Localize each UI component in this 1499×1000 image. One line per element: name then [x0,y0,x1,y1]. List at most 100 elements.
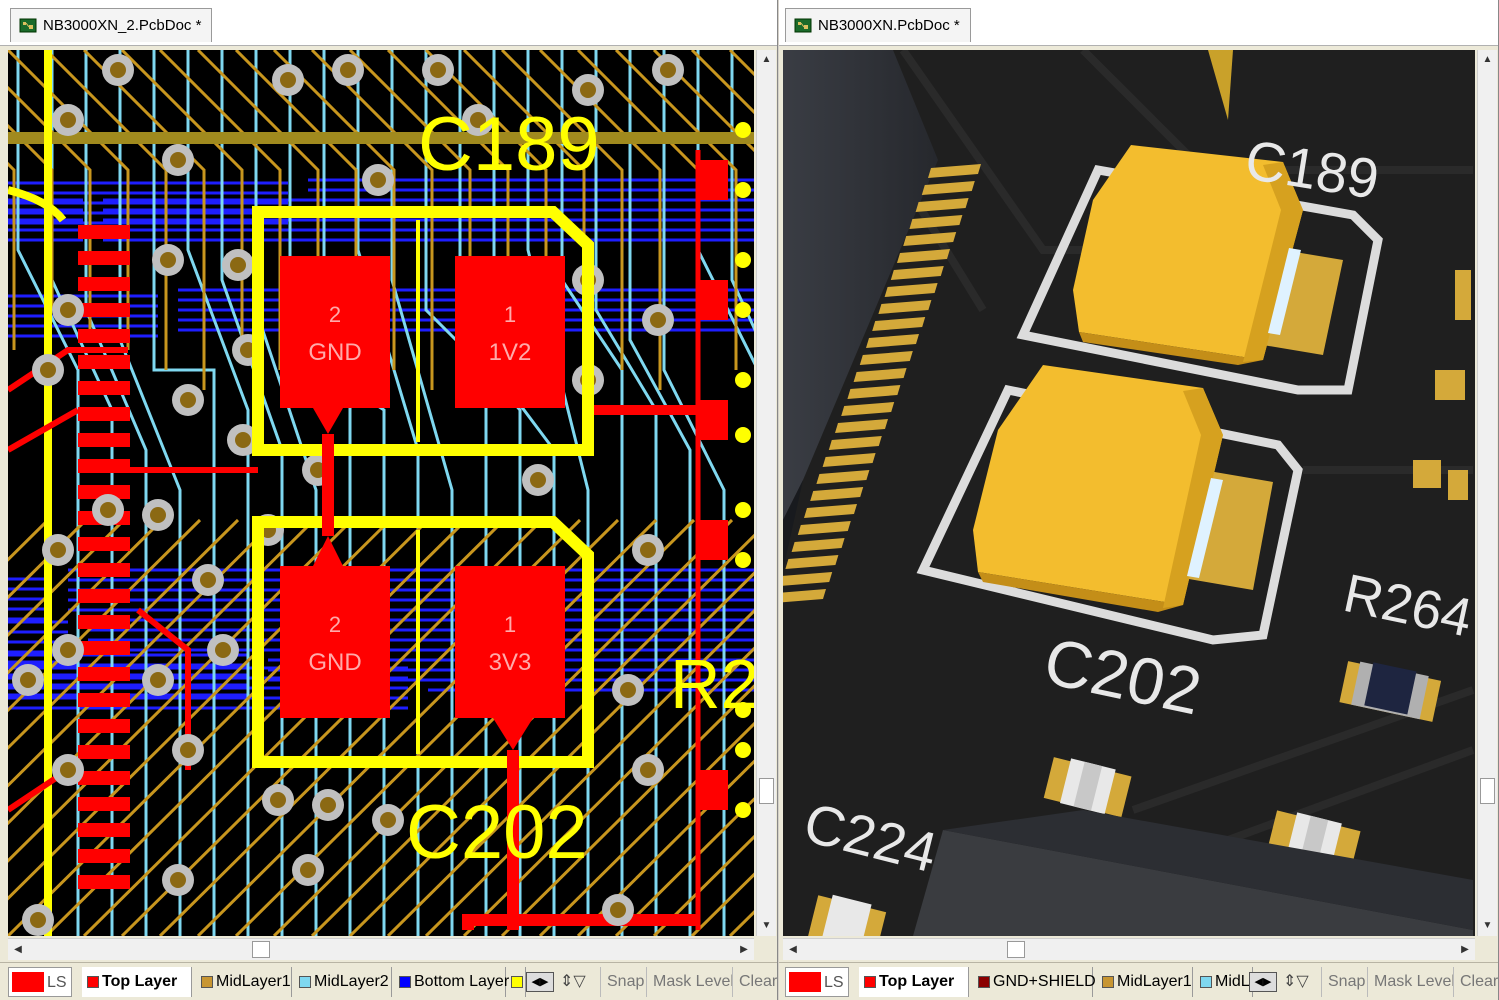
via-hole [170,152,186,168]
current-layer-swatch [789,972,821,992]
c202-pad-2[interactable] [280,566,390,718]
layer-color-swatch [864,976,876,988]
ic-pad [78,407,130,421]
resistor-pad [698,160,728,200]
horizontal-scroll-thumb[interactable] [1007,941,1025,958]
clear-button[interactable]: Clear [1453,967,1498,997]
scroll-down-arrow-icon[interactable]: ▼ [757,916,776,936]
ic-pin-3d [847,385,901,399]
layer-tab-midlayer1[interactable]: MidLayer1 [1097,967,1193,997]
layer-set-label: LS [47,974,67,991]
layer-tab-label: Top Layer [102,973,178,990]
ic-pad [78,771,130,785]
via-hole [60,762,76,778]
layer-tab-top-layer[interactable]: Top Layer [859,967,969,997]
header-pin [735,252,751,268]
ic-pad [78,823,130,837]
c189-pad-2[interactable] [280,256,390,408]
via-hole [380,812,396,828]
layer-tab-midlayer2[interactable]: MidL [1195,967,1253,997]
left-document-tab[interactable]: NB3000XN_2.PcbDoc * [10,8,213,42]
scroll-right-arrow-icon[interactable]: ▶ [1455,939,1475,961]
layer-filter-icon[interactable]: ⇕▽ [1283,967,1309,997]
layer-tab-top-layer[interactable]: Top Layer [82,967,192,997]
layer-tab-midlayer1[interactable]: MidLayer1 [196,967,292,997]
header-pin [735,427,751,443]
c202-pad-1[interactable] [455,566,565,718]
via-hole [620,682,636,698]
scroll-up-arrow-icon[interactable]: ▲ [1478,50,1497,70]
ic-pad [78,667,130,681]
ic-pad [78,433,130,447]
c202-pad1-net: 3V3 [489,649,532,676]
ic-pin-3d [841,402,895,416]
clear-button[interactable]: Clear [732,967,777,997]
layer-tab-overflow[interactable] [508,967,526,997]
ic-pad [78,875,130,889]
scroll-left-arrow-icon[interactable]: ◀ [783,939,803,961]
via-hole [50,542,66,558]
pcb-2d-view[interactable]: 2 GND 1 1V2 2 GND 1 3V3 C189 C202 R26 [8,50,754,936]
c189-pad-1[interactable] [455,256,565,408]
ic-pad [78,849,130,863]
ic-pin-3d [783,572,833,586]
via-hole [60,112,76,128]
ic-pin-3d [816,470,870,484]
layer-set-button[interactable]: LS [8,967,72,997]
layer-scroll-arrows-icon[interactable]: ◀▶ [1249,972,1277,992]
pad-neck [493,718,533,750]
smd-pad-3d [1448,470,1468,500]
right-vertical-scrollbar[interactable]: ▲ ▼ [1477,50,1497,936]
layer-tab-gnd-shield[interactable]: GND+SHIELD [973,967,1096,997]
via-hole [235,432,251,448]
scroll-left-arrow-icon[interactable]: ◀ [8,939,28,961]
ic-pin-3d [872,317,926,331]
right-document-tab[interactable]: NB3000XN.PcbDoc * [785,8,971,42]
via-hole [530,472,546,488]
header-pin [735,502,751,518]
vertical-scroll-thumb[interactable] [759,778,774,804]
left-horizontal-scrollbar[interactable]: ◀ ▶ [8,938,754,960]
c224-designator-3d: C224 [798,791,943,885]
via-hole [610,902,626,918]
smd-pad-3d [1455,270,1471,320]
scroll-right-arrow-icon[interactable]: ▶ [734,939,754,961]
ic-pin-3d [835,419,888,433]
via-hole [430,62,446,78]
via-hole [640,542,656,558]
pcb-3d-view[interactable]: C189 C202 R264 C224 [783,50,1475,936]
ic-pin-3d [859,351,913,365]
ic-pin-3d [903,232,957,246]
mask-level-button[interactable]: Mask Level [646,967,740,997]
c189-pad2-number: 2 [329,302,341,327]
via-hole [110,62,126,78]
via-hole [180,742,196,758]
layer-color-swatch [978,976,990,988]
via-hole [580,82,596,98]
horizontal-scroll-thumb[interactable] [252,941,270,958]
scroll-down-arrow-icon[interactable]: ▼ [1478,916,1497,936]
mask-level-button[interactable]: Mask Level [1367,967,1461,997]
via-hole [300,862,316,878]
snap-button[interactable]: Snap [600,967,650,997]
scroll-up-arrow-icon[interactable]: ▲ [757,50,776,70]
layer-scroll-arrows-icon[interactable]: ◀▶ [526,972,554,992]
layer-tab-label: MidLayer2 [314,973,389,990]
left-vertical-scrollbar[interactable]: ▲ ▼ [756,50,776,936]
ic-pin-3d [915,198,969,212]
layer-tab-bottom-layer[interactable]: Bottom Layer [394,967,509,997]
ic-pad [78,355,130,369]
header-pin [735,302,751,318]
ic-pad [78,303,130,317]
vertical-scroll-thumb[interactable] [1480,778,1495,804]
snap-button[interactable]: Snap [1321,967,1371,997]
right-horizontal-scrollbar[interactable]: ◀ ▶ [783,938,1475,960]
via-hole [340,62,356,78]
via-hole [320,797,336,813]
layer-set-button[interactable]: LS [785,967,849,997]
layer-filter-icon[interactable]: ⇕▽ [560,967,586,997]
layer-tab-midlayer2[interactable]: MidLayer2 [294,967,392,997]
ic-pad [78,563,130,577]
ic-pad [78,381,130,395]
r264-designator-3d: R264 [1339,563,1475,649]
